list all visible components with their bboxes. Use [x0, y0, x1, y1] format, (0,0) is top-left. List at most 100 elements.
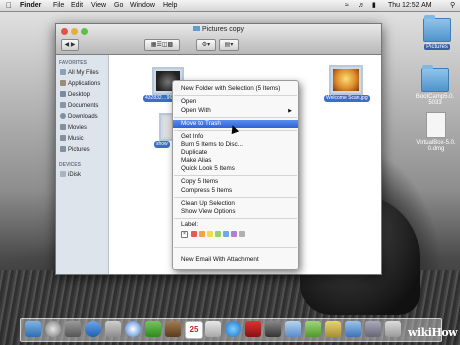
desktop-icon-label: VirtualBox-5.0.0.dmg — [416, 140, 456, 152]
volume-icon[interactable]: ♬ — [358, 0, 365, 11]
menu-item-get-info[interactable]: Get Info — [173, 133, 298, 141]
menu-separator — [174, 218, 297, 219]
calendar-dock-icon[interactable]: 25 — [185, 321, 203, 339]
label-swatch-red[interactable] — [191, 231, 197, 237]
menu-finder[interactable]: Finder — [20, 0, 41, 11]
facetime-dock-icon[interactable] — [145, 321, 161, 337]
menu-view[interactable]: View — [91, 0, 106, 11]
sidebar-item-label: iDisk — [68, 172, 81, 178]
dock: 25 — [20, 318, 442, 342]
menu-item-new-email-with-attachment[interactable]: New Email With Attachment — [173, 256, 298, 264]
mission-control-dock-icon[interactable] — [65, 321, 81, 337]
menu-edit[interactable]: Edit — [71, 0, 83, 11]
wifi-icon[interactable]: ≈ — [345, 0, 349, 11]
sidebar-item-desktop[interactable]: Desktop — [56, 90, 108, 101]
sidebar-item-downloads[interactable]: Downloads — [56, 112, 108, 123]
applications-icon — [60, 80, 66, 86]
desktop-icon-virtualbox[interactable]: VirtualBox-5.0.0.dmg — [414, 112, 458, 152]
menu-item-duplicate[interactable]: Duplicate — [173, 149, 298, 157]
finder-dock-icon[interactable] — [25, 321, 41, 337]
menu-item-show-view-options[interactable]: Show View Options — [173, 208, 298, 216]
itunes-dock-icon[interactable] — [225, 321, 241, 337]
sidebar-item-label: Pictures — [68, 147, 90, 153]
menu-item-clean-up-selection[interactable]: Clean Up Selection — [173, 200, 298, 208]
folder-icon — [423, 15, 451, 42]
menu-bar:  Finder File Edit View Go Window Help ≈… — [0, 0, 460, 12]
label-swatch-blue[interactable] — [223, 231, 229, 237]
sidebar-item-label: Music — [68, 136, 84, 142]
sidebar-item-movies[interactable]: Movies — [56, 123, 108, 134]
window-title: Pictures copy — [56, 26, 381, 33]
app-dock-icon[interactable] — [285, 321, 301, 337]
no-label-icon[interactable]: × — [181, 231, 188, 238]
finder-sidebar: FAVORITES All My Files Applications Desk… — [56, 55, 109, 274]
contacts-dock-icon[interactable] — [165, 321, 181, 337]
label-swatch-green[interactable] — [215, 231, 221, 237]
mail-dock-icon[interactable] — [105, 321, 121, 337]
spotlight-icon[interactable]: ⚲ — [450, 0, 455, 11]
wikihow-watermark: wikiHow — [408, 326, 458, 339]
label-swatch-orange[interactable] — [199, 231, 205, 237]
back-forward-buttons[interactable]: ◀ ▶ — [61, 39, 79, 51]
menu-item-new-folder-with-selection[interactable]: New Folder with Selection (5 Items) — [173, 85, 298, 93]
menu-clock[interactable]: Thu 12:52 AM — [388, 0, 432, 11]
documents-stack-dock-icon[interactable] — [365, 321, 381, 337]
downloads-icon — [60, 113, 66, 119]
label-swatch-gray[interactable] — [239, 231, 245, 237]
file-label[interactable]: Welcome Scan.jpg — [324, 95, 370, 102]
sidebar-item-idisk[interactable]: iDisk — [56, 170, 108, 181]
menu-item-open[interactable]: Open — [173, 98, 298, 106]
menu-separator — [174, 247, 297, 248]
label-color-row: × — [173, 231, 298, 239]
menu-go[interactable]: Go — [114, 0, 123, 11]
preview-dock-icon[interactable] — [205, 321, 221, 337]
sidebar-item-label: Downloads — [68, 114, 98, 120]
sidebar-item-music[interactable]: Music — [56, 134, 108, 145]
menu-file[interactable]: File — [53, 0, 64, 11]
menu-separator — [174, 197, 297, 198]
action-menu-icon[interactable]: ⚙▾ — [196, 39, 216, 51]
sidebar-item-all-my-files[interactable]: All My Files — [56, 68, 108, 79]
menu-item-compress[interactable]: Compress 5 Items — [173, 187, 298, 195]
menu-item-quick-look[interactable]: Quick Look 5 Items — [173, 165, 298, 173]
dashboard-dock-icon[interactable] — [45, 321, 61, 337]
sidebar-favorites-header: FAVORITES — [59, 60, 87, 66]
battery-icon[interactable]: ▮ — [372, 0, 376, 11]
app-dock-icon[interactable] — [325, 321, 341, 337]
sidebar-item-documents[interactable]: Documents — [56, 101, 108, 112]
idisk-icon — [60, 171, 66, 177]
label-swatch-yellow[interactable] — [207, 231, 213, 237]
system-preferences-dock-icon[interactable] — [265, 321, 281, 337]
desktop-icon-label: BootCamp5.0.5033 — [415, 94, 455, 106]
photo-image — [333, 69, 359, 91]
view-mode-buttons[interactable]: ▦☰◫▩ — [144, 39, 180, 51]
menu-help[interactable]: Help — [163, 0, 177, 11]
menu-item-make-alias[interactable]: Make Alias — [173, 157, 298, 165]
menu-window[interactable]: Window — [130, 0, 155, 11]
desktop-icon-bootcamp[interactable]: BootCamp5.0.5033 — [412, 65, 458, 106]
app-dock-icon[interactable] — [305, 321, 321, 337]
arrange-menu-icon[interactable]: ▤▾ — [219, 39, 239, 51]
sidebar-item-label: All My Files — [68, 70, 99, 76]
sidebar-item-label: Desktop — [68, 92, 91, 98]
menu-item-label: Open With — [181, 107, 211, 114]
menu-item-open-with[interactable]: Open With ▶ — [173, 107, 298, 115]
sidebar-item-applications[interactable]: Applications — [56, 79, 108, 90]
pictures-icon — [60, 146, 66, 152]
desktop-icon-pictures[interactable]: Pictures — [420, 15, 454, 50]
safari-dock-icon[interactable] — [125, 321, 141, 337]
all-files-icon — [60, 69, 66, 75]
label-swatch-purple[interactable] — [231, 231, 237, 237]
movies-icon — [60, 124, 66, 130]
photo-booth-dock-icon[interactable] — [245, 321, 261, 337]
sidebar-item-pictures[interactable]: Pictures — [56, 145, 108, 156]
app-store-dock-icon[interactable] — [85, 321, 101, 337]
menu-item-burn[interactable]: Burn 5 Items to Disc... — [173, 141, 298, 149]
downloads-stack-dock-icon[interactable] — [345, 321, 361, 337]
file-thumbnail[interactable] — [329, 65, 363, 95]
file-label[interactable]: show — [154, 141, 170, 148]
menu-item-copy[interactable]: Copy 5 Items — [173, 178, 298, 186]
apple-menu-icon[interactable]:  — [6, 0, 12, 11]
sidebar-item-label: Movies — [68, 125, 88, 131]
trash-dock-icon[interactable] — [385, 321, 401, 337]
